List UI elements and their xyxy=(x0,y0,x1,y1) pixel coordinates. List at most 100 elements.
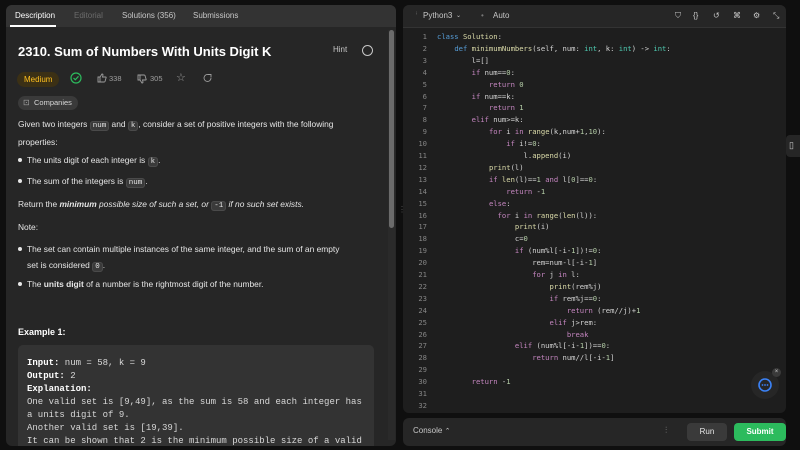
code-line[interactable]: print(rem%j) xyxy=(437,282,602,291)
code-line[interactable]: return 0 xyxy=(437,80,524,89)
hint-button[interactable]: Hint xyxy=(333,45,347,54)
collapse-icon[interactable]: ⤡ xyxy=(773,5,779,27)
thumbs-up-icon[interactable] xyxy=(97,73,107,83)
input-label: Input: xyxy=(27,358,60,368)
code-line[interactable]: if num==k: xyxy=(437,92,515,101)
output-label: Output: xyxy=(27,371,65,381)
line-number: 29 xyxy=(418,365,427,375)
code-line[interactable]: if (num%l[-i-1])!=0: xyxy=(437,246,602,255)
star-icon[interactable]: ☆ xyxy=(176,71,186,84)
console-toggle[interactable]: Console ⌃ xyxy=(413,426,450,435)
line-number: 1 xyxy=(422,32,427,41)
tab-description[interactable]: Description xyxy=(15,5,55,27)
line-number: 9 xyxy=(422,127,427,137)
code-line[interactable]: return (rem//j)+1 xyxy=(437,306,641,315)
code-line[interactable]: break xyxy=(437,330,589,339)
chevron-down-icon[interactable]: ⌄ xyxy=(456,5,461,27)
explanation-line: Another valid set is [19,39]. xyxy=(27,423,184,433)
code-line[interactable]: l.append(i) xyxy=(437,151,572,160)
code-line[interactable]: else: xyxy=(437,199,511,208)
submit-button[interactable]: Submit xyxy=(734,423,786,441)
code-line[interactable]: for i in range(len(l)): xyxy=(437,211,598,220)
example-input: Input: num = 58, k = 9 xyxy=(27,358,146,368)
thumbs-down-icon[interactable] xyxy=(137,74,147,84)
intro-text: , consider a set of positive integers wi… xyxy=(138,119,334,129)
code-line[interactable]: l=[] xyxy=(437,56,489,65)
note-emphasis: units digit xyxy=(43,279,84,289)
debug-icon[interactable]: ⫶ xyxy=(665,425,667,436)
line-number: 22 xyxy=(418,281,427,291)
code-line[interactable]: c=0 xyxy=(437,234,528,243)
bullet-dot xyxy=(18,179,22,183)
code-line[interactable]: print(l) xyxy=(437,163,524,172)
panel-resize-handle[interactable]: ⋮ xyxy=(398,205,406,217)
run-button[interactable]: Run xyxy=(687,423,727,441)
tab-editorial[interactable]: Editorial xyxy=(74,5,103,27)
code-line[interactable]: return num//l[-i-1] xyxy=(437,353,614,362)
line-number: 10 xyxy=(418,139,427,149)
line-number: 24 xyxy=(418,305,427,315)
line-number: 13 xyxy=(418,174,427,184)
line-number: 30 xyxy=(418,377,427,387)
difficulty-badge: Medium xyxy=(17,72,60,87)
intro-text: and xyxy=(111,119,126,129)
close-icon[interactable]: × xyxy=(772,368,781,377)
bookmark-icon[interactable]: ⛉ xyxy=(675,5,681,27)
document-icon: ▯ xyxy=(789,140,794,150)
line-number: 6 xyxy=(422,91,427,101)
share-icon[interactable] xyxy=(203,73,213,83)
editor-toolbar: ⁱ Python3 ⌄ • Auto ⛉ {} ↺ ⌘ ⚙ ⤡ xyxy=(403,5,786,28)
chevron-up-icon: ⌃ xyxy=(444,428,451,435)
line-number: 27 xyxy=(418,341,427,351)
code-line[interactable]: for j in l: xyxy=(437,270,580,279)
line-number: 31 xyxy=(418,389,427,398)
description-scrollbar-thumb[interactable] xyxy=(389,30,394,228)
code-line[interactable]: class Solution: xyxy=(437,32,502,41)
line-number: 17 xyxy=(418,222,427,232)
more-options-icon[interactable] xyxy=(362,45,373,56)
bullet-item: The units digit of each integer is k. xyxy=(27,155,161,167)
line-number: 3 xyxy=(422,55,427,65)
shortcut-icon[interactable]: ⌘ xyxy=(733,5,741,27)
code-line[interactable]: if len(l)==1 and l[0]==0: xyxy=(437,175,597,184)
explanation-label: Explanation: xyxy=(27,384,92,394)
code-line[interactable]: elif j>rem: xyxy=(437,318,598,327)
code-line[interactable]: return -1 xyxy=(437,377,511,386)
settings-icon[interactable]: ⚙ xyxy=(753,5,760,27)
code-line[interactable]: rem=num-l[-i-1] xyxy=(437,258,597,267)
bullet-text: The units digit of each integer is xyxy=(27,155,146,165)
code-line[interactable]: return -1 xyxy=(437,187,545,196)
tab-submissions[interactable]: Submissions xyxy=(193,5,238,27)
companies-tag[interactable]: ⊡ Companies xyxy=(18,96,78,110)
code-line[interactable]: for i in range(k,num+1,10): xyxy=(437,127,606,136)
line-number: 14 xyxy=(418,186,427,196)
editor-scrollbar[interactable] xyxy=(778,30,785,410)
language-select[interactable]: Python3 xyxy=(423,5,452,27)
code-line[interactable]: if i!=0: xyxy=(437,139,541,148)
intro-text: Given two integers xyxy=(18,119,88,129)
code-line[interactable]: if num==0: xyxy=(437,68,515,77)
note-heading: Note: xyxy=(18,222,39,232)
inline-code: k xyxy=(147,157,159,167)
chat-button[interactable]: × xyxy=(751,368,781,399)
line-number: 4 xyxy=(422,67,427,77)
code-line[interactable]: def minimumNumbers(self, num: int, k: in… xyxy=(437,44,670,53)
lock-icon: ⊡ xyxy=(23,98,30,107)
code-line[interactable]: if rem%j==0: xyxy=(437,294,602,303)
code-line[interactable]: print(i) xyxy=(437,222,550,231)
reset-icon[interactable]: ↺ xyxy=(713,5,720,27)
side-notes-tab[interactable]: ▯ xyxy=(786,135,800,157)
tab-solutions[interactable]: Solutions (356) xyxy=(122,5,176,27)
return-text: possible size of such a set, or xyxy=(99,199,209,209)
example-output: Output: 2 xyxy=(27,371,76,381)
code-line[interactable]: return 1 xyxy=(437,103,524,112)
autocomplete-mode[interactable]: Auto xyxy=(493,5,509,27)
line-number: 21 xyxy=(418,270,427,279)
line-number: 2 xyxy=(422,43,427,53)
code-line[interactable]: elif (num%l[-i-1])==0: xyxy=(437,341,610,350)
code-line[interactable]: elif num>=k: xyxy=(437,115,524,124)
inline-code: num xyxy=(125,178,146,188)
braces-icon[interactable]: {} xyxy=(693,5,698,27)
problem-title: 2310. Sum of Numbers With Units Digit K xyxy=(18,44,272,59)
line-number: 19 xyxy=(418,246,427,256)
